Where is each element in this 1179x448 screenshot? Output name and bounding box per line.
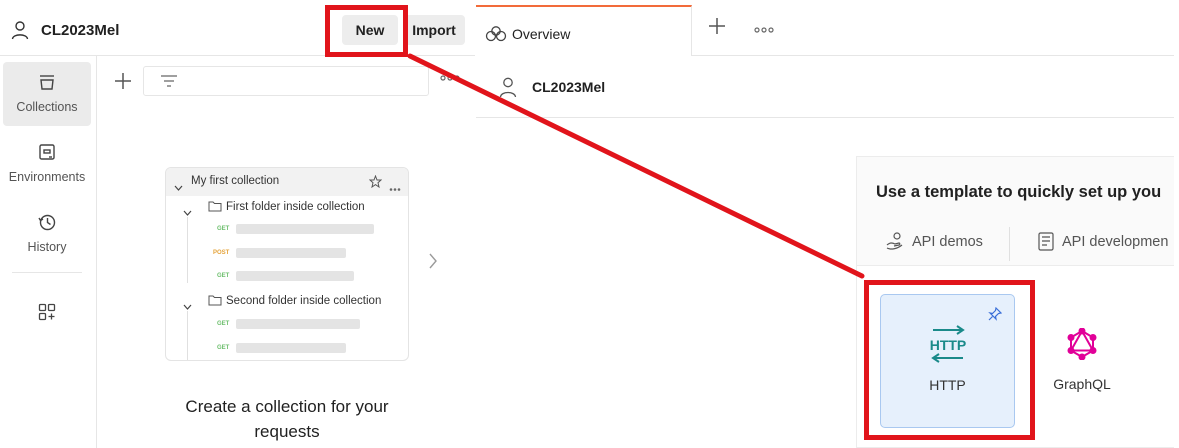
new-tab-button[interactable]: [708, 17, 726, 40]
request-placeholder: [236, 248, 346, 258]
sidebar-item-configure-workbench[interactable]: [3, 292, 91, 356]
tab-overview[interactable]: Overview: [476, 5, 692, 56]
star-icon: [368, 174, 383, 193]
more-options-icon: [389, 179, 401, 197]
new-button[interactable]: New: [342, 15, 398, 45]
configure-workbench-icon: [37, 302, 57, 327]
template-panel-title: Use a template to quickly set up you: [876, 183, 1162, 201]
request-method-badge: GET: [217, 273, 230, 279]
search-collections-input[interactable]: [143, 66, 429, 96]
request-placeholder: [236, 343, 346, 353]
request-method-badge: GET: [217, 226, 230, 232]
graphql-icon: [1066, 327, 1098, 365]
collection-illustration: My first collection First folder inside …: [165, 167, 409, 361]
http-icon: HTTP: [927, 325, 969, 368]
sidebar-item-collections[interactable]: Collections: [3, 62, 91, 126]
workspace-name[interactable]: CL2023Mel: [41, 22, 119, 39]
filter-icon: [160, 74, 178, 93]
api-demos-icon: [885, 231, 905, 255]
more-tabs-icon[interactable]: [754, 22, 774, 40]
request-placeholder: [236, 271, 354, 281]
illustration-collection-row: My first collection: [166, 168, 408, 196]
request-placeholder: [236, 224, 374, 234]
plus-icon: [115, 73, 131, 89]
request-method-badge: POST: [213, 250, 230, 256]
overview-icon: [485, 26, 507, 47]
overview-workspace-name: CL2023Mel: [532, 79, 606, 95]
tab-bar: Overview: [476, 0, 1174, 56]
sidebar-divider: [12, 272, 82, 273]
workspace-header: CL2023Mel New Import: [0, 0, 475, 56]
user-icon: [10, 20, 30, 45]
template-card-label: GraphQL: [1053, 376, 1111, 392]
sidebar-rail: Collections Environments History: [0, 56, 97, 448]
tab-label: Overview: [512, 26, 571, 42]
import-button[interactable]: Import: [403, 15, 465, 45]
pin-icon[interactable]: [988, 306, 1003, 326]
sidebar-item-label: History: [27, 240, 67, 254]
overview-header: CL2023Mel: [476, 56, 1174, 118]
illustration-folder-name: Second folder inside collection: [226, 295, 382, 307]
environments-icon: [37, 142, 57, 167]
request-placeholder: [236, 319, 360, 329]
template-card-http[interactable]: HTTP HTTP: [880, 294, 1015, 428]
chevron-right-icon: [428, 252, 438, 275]
request-method-badge: GET: [217, 321, 230, 327]
empty-state-title: Create a collection for your requests: [185, 397, 389, 441]
collections-icon: [37, 72, 57, 97]
template-card-graphql[interactable]: GraphQL: [1032, 294, 1132, 428]
folder-icon: [208, 293, 222, 311]
template-card-label: HTTP: [929, 377, 966, 393]
illustration-collection-name: My first collection: [191, 175, 280, 187]
tab-label: API developmen: [1062, 234, 1169, 250]
svg-text:HTTP: HTTP: [930, 337, 967, 353]
illustration-folder-name: First folder inside collection: [226, 201, 365, 213]
tab-divider: [1009, 227, 1010, 261]
plus-icon: [709, 18, 725, 34]
folder-icon: [208, 199, 222, 217]
tab-label: API demos: [912, 234, 983, 250]
tree-line: [187, 217, 188, 283]
template-category-tabs: API demos API developmen: [857, 223, 1174, 265]
sidebar-item-label: Environments: [8, 170, 86, 184]
sidebar-item-environments[interactable]: Environments: [3, 132, 91, 196]
tree-line: [187, 311, 188, 360]
chevron-down-icon: [174, 178, 183, 196]
more-options-icon[interactable]: [440, 70, 460, 88]
history-icon: [37, 212, 57, 237]
user-icon: [498, 76, 518, 103]
request-method-badge: GET: [217, 345, 230, 351]
api-development-icon: [1037, 231, 1055, 255]
sidebar-item-history[interactable]: History: [3, 202, 91, 266]
add-collection-button[interactable]: [110, 66, 136, 96]
sidebar-item-label: Collections: [16, 100, 78, 114]
